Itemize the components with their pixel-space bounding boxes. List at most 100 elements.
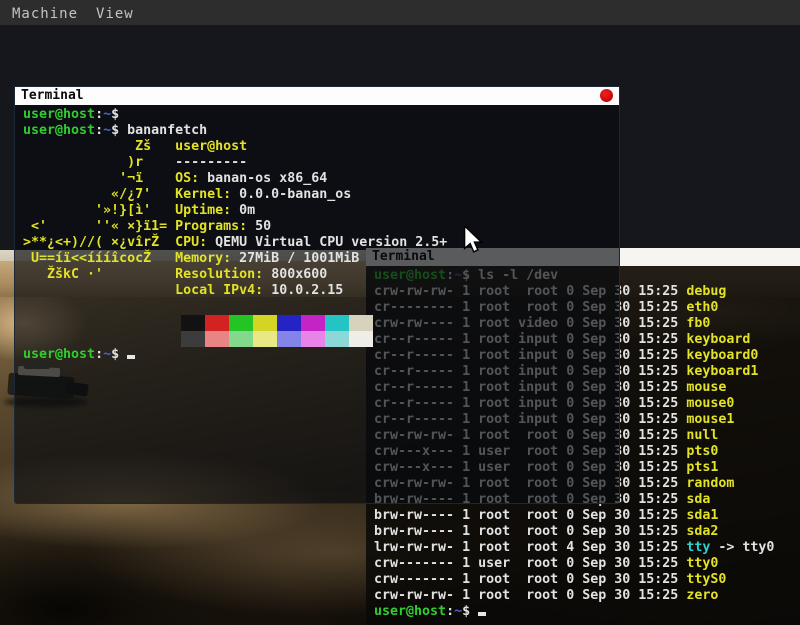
file-name: keyboard1 bbox=[686, 364, 758, 379]
fetch-value: 800x600 bbox=[271, 267, 327, 282]
terminal1-titlebar[interactable]: Terminal bbox=[15, 87, 619, 105]
file-name: random bbox=[686, 476, 734, 491]
fetch-label: Uptime: bbox=[175, 203, 239, 218]
fetch-value: QEMU Virtual CPU version 2.5+ bbox=[215, 235, 447, 250]
ls-row: brw-rw---- 1 root root 0 Sep 30 15:25 sd… bbox=[374, 508, 800, 524]
file-name: fb0 bbox=[686, 316, 710, 331]
file-name: eth0 bbox=[686, 300, 718, 315]
ascii-art: '¬ï bbox=[23, 171, 175, 186]
text-cursor bbox=[127, 355, 135, 359]
file-name: ttyS0 bbox=[686, 572, 726, 587]
fetch-line: Local IPv4: 10.0.2.15 bbox=[23, 283, 619, 299]
palette-swatch bbox=[229, 315, 253, 331]
palette-swatch bbox=[349, 315, 373, 331]
palette-swatch bbox=[253, 331, 277, 347]
palette-swatch bbox=[325, 331, 349, 347]
color-palette-row2 bbox=[181, 331, 619, 347]
palette-swatch bbox=[181, 331, 205, 347]
fetch-value: 10.0.2.15 bbox=[271, 283, 343, 298]
fetch-label: Kernel: bbox=[175, 187, 239, 202]
fetch-value: 27MiB / 1001MiB bbox=[239, 251, 359, 266]
palette-swatch bbox=[277, 331, 301, 347]
fetch-line: «/¿7' Kernel: 0.0.0-banan_os bbox=[23, 187, 619, 203]
palette-swatch bbox=[349, 331, 373, 347]
ascii-art bbox=[23, 283, 175, 298]
palette-swatch bbox=[253, 315, 277, 331]
fetch-label: Resolution: bbox=[175, 267, 271, 282]
file-name: zero bbox=[686, 588, 718, 603]
terminal1-prompt-line: user@host:~$ bbox=[23, 347, 619, 363]
fetch-line: Zš user@host bbox=[23, 139, 619, 155]
file-name: keyboard bbox=[686, 332, 750, 347]
ascii-art: <' ''« ×}ï1= bbox=[23, 219, 175, 234]
ls-row: lrw-rw-rw- 1 root root 4 Sep 30 15:25 tt… bbox=[374, 540, 800, 556]
fetch-label: Programs: bbox=[175, 219, 255, 234]
ls-row: brw-rw---- 1 root root 0 Sep 30 15:25 sd… bbox=[374, 524, 800, 540]
text-cursor bbox=[478, 612, 486, 616]
palette-swatch bbox=[205, 331, 229, 347]
palette-swatch bbox=[301, 315, 325, 331]
ascii-art: >**¿<+)//( ×¿vîrŽ bbox=[23, 235, 175, 250]
file-name: pts0 bbox=[686, 444, 718, 459]
fetch-line: >**¿<+)//( ×¿vîrŽ CPU: QEMU Virtual CPU … bbox=[23, 235, 619, 251]
ls-row: crw-rw-rw- 1 root root 0 Sep 30 15:25 ze… bbox=[374, 588, 800, 604]
file-name: sda1 bbox=[686, 508, 718, 523]
fetch-value: banan-os x86_64 bbox=[207, 171, 327, 186]
fetch-value: 50 bbox=[255, 219, 271, 234]
file-name: tty bbox=[686, 540, 710, 555]
fetch-label: CPU: bbox=[175, 235, 215, 250]
file-name: tty0 bbox=[686, 556, 718, 571]
mouse-pointer-icon bbox=[463, 226, 483, 254]
menu-items: MachineView bbox=[8, 3, 148, 22]
ls-row: crw------- 1 root root 0 Sep 30 15:25 tt… bbox=[374, 572, 800, 588]
palette-swatch bbox=[277, 315, 301, 331]
file-name: sda bbox=[686, 492, 710, 507]
ascii-art: '»!}[ì' bbox=[23, 203, 175, 218]
fetch-line: )r --------- bbox=[23, 155, 619, 171]
file-name: mouse bbox=[686, 380, 726, 395]
fetch-line: U==íï<<íííîcocŽ Memory: 27MiB / 1001MiB bbox=[23, 251, 619, 267]
fetch-label: user@host bbox=[175, 139, 247, 154]
terminal1-title: Terminal bbox=[21, 88, 84, 103]
file-name: sda2 bbox=[686, 524, 718, 539]
fetch-line: ŽškC ·' Resolution: 800x600 bbox=[23, 267, 619, 283]
fetch-label: OS: bbox=[175, 171, 207, 186]
terminal-window-focused[interactable]: Terminal user@host:~$ user@host:~$ banan… bbox=[14, 86, 620, 504]
fetch-value: 0.0.0-banan_os bbox=[239, 187, 351, 202]
vm-screen: MachineView Terminal user@host:~$ ls -l … bbox=[0, 0, 800, 625]
palette-swatch bbox=[301, 331, 325, 347]
file-name: mouse1 bbox=[686, 412, 734, 427]
fetch-label: Memory: bbox=[175, 251, 239, 266]
file-name: keyboard0 bbox=[686, 348, 758, 363]
terminal1-body[interactable]: user@host:~$ user@host:~$ bananfetch Zš … bbox=[15, 105, 619, 503]
terminal2-prompt-line: user@host:~$ bbox=[374, 604, 800, 620]
file-name: debug bbox=[686, 284, 726, 299]
palette-swatch bbox=[205, 315, 229, 331]
ls-row: crw------- 1 user root 0 Sep 30 15:25 tt… bbox=[374, 556, 800, 572]
palette-swatch bbox=[181, 315, 205, 331]
ascii-art: «/¿7' bbox=[23, 187, 175, 202]
ascii-art: U==íï<<íííîcocŽ bbox=[23, 251, 175, 266]
blank-line bbox=[23, 299, 619, 315]
fetch-line: '»!}[ì' Uptime: 0m bbox=[23, 203, 619, 219]
fetch-line: <' ''« ×}ï1= Programs: 50 bbox=[23, 219, 619, 235]
terminal1-history-prompt: user@host:~$ bbox=[23, 107, 619, 123]
palette-swatch bbox=[325, 315, 349, 331]
fetch-label: Local IPv4: bbox=[175, 283, 271, 298]
file-name: null bbox=[686, 428, 718, 443]
fetch-line: '¬ï OS: banan-os x86_64 bbox=[23, 171, 619, 187]
palette-swatch bbox=[229, 331, 253, 347]
fetch-output: Zš user@host )r --------- '¬ï OS: banan-… bbox=[23, 139, 619, 299]
fetch-value: --------- bbox=[175, 155, 247, 170]
ascii-art: Zš bbox=[23, 139, 175, 154]
terminal1-command-line: user@host:~$ bananfetch bbox=[23, 123, 619, 139]
close-button[interactable] bbox=[600, 89, 613, 102]
menu-item[interactable]: View bbox=[92, 6, 148, 22]
ascii-art: ŽškC ·' bbox=[23, 267, 175, 282]
menu-bar: MachineView bbox=[0, 0, 800, 25]
ascii-art: )r bbox=[23, 155, 175, 170]
menu-item[interactable]: Machine bbox=[8, 6, 92, 22]
color-palette-row1 bbox=[181, 315, 619, 331]
file-name: pts1 bbox=[686, 460, 718, 475]
fetch-value: 0m bbox=[239, 203, 255, 218]
